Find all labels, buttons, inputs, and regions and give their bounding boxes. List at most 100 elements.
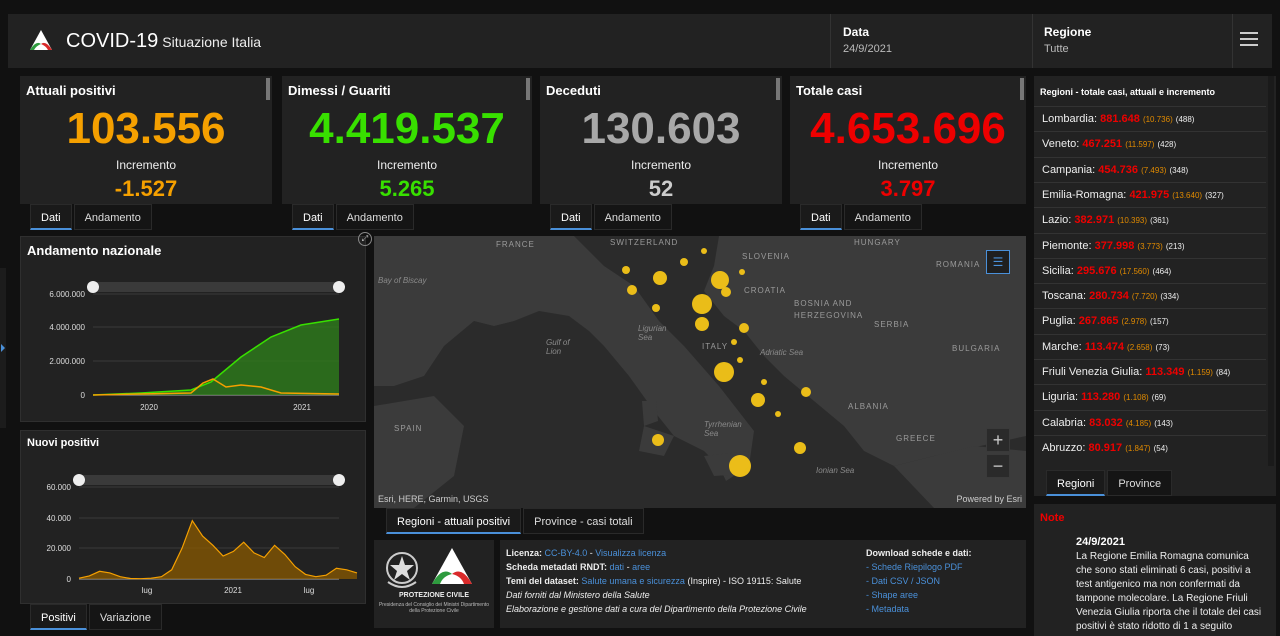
download-link[interactable]: - Shape aree [866, 590, 918, 600]
zoom-out-button[interactable]: − [986, 454, 1010, 478]
region-row[interactable]: Lombardia: 881.648 (10.736) (488) [1034, 106, 1266, 131]
region-total: 113.280 [1081, 391, 1121, 404]
menu-icon[interactable] [1240, 32, 1258, 46]
region-act: (1.108) [1123, 393, 1149, 403]
y-tick: 20.000 [47, 544, 72, 553]
series-area-guariti [93, 319, 339, 395]
tab-andamento[interactable]: Andamento [593, 204, 672, 230]
region-bubble [801, 387, 811, 397]
region-value[interactable]: Tutte [1044, 43, 1069, 55]
region-bubble [761, 379, 767, 385]
region-inc: (348) [1169, 165, 1189, 175]
stat-increment-label: Incremento [630, 158, 692, 172]
region-name: Puglia: [1042, 315, 1076, 328]
region-bubble [739, 323, 749, 333]
region-name: Toscana: [1042, 290, 1087, 303]
map-attribution: Esri, HERE, Garmin, USGS [378, 494, 489, 504]
x-tick: 2021 [293, 403, 311, 412]
region-row[interactable]: Sicilia: 295.676 (17.560) (464) [1034, 257, 1266, 283]
range-slider-handle[interactable] [333, 474, 345, 486]
range-slider-handle[interactable] [333, 281, 345, 293]
y-tick: 0 [81, 391, 86, 400]
region-row[interactable]: Lazio: 382.971 (10.393) (361) [1034, 207, 1266, 232]
tab-andamento[interactable]: Andamento [843, 204, 922, 230]
download-link[interactable]: - Dati CSV / JSON [866, 576, 940, 586]
tab-regioni-attuali[interactable]: Regioni - attuali positivi [386, 508, 522, 534]
tab-regioni[interactable]: Regioni [1046, 470, 1106, 496]
region-row[interactable]: Abruzzo: 80.917 (1.847) (54) [1034, 434, 1266, 460]
region-bubble [711, 271, 729, 289]
side-panel-handle[interactable] [0, 268, 6, 428]
tab-province[interactable]: Province [1107, 470, 1173, 496]
range-slider-track[interactable] [79, 475, 339, 485]
region-row[interactable]: Toscana: 280.734 (7.720) (334) [1034, 283, 1266, 308]
region-bubble [701, 248, 707, 254]
region-row[interactable]: Puglia: 267.865 (2.978) (157) [1034, 308, 1266, 333]
region-act: (10.736) [1142, 115, 1173, 124]
license-link[interactable]: CC-BY-4.0 [545, 548, 588, 558]
download-link[interactable]: - Metadata [866, 604, 909, 614]
y-tick: 6.000.000 [49, 290, 85, 299]
tab-positivi[interactable]: Positivi [30, 604, 87, 630]
tab-andamento[interactable]: Andamento [73, 204, 152, 230]
range-slider-handle[interactable] [73, 474, 85, 486]
region-row[interactable]: Piemonte: 377.998 (3.773) (213) [1034, 232, 1266, 258]
tab-dati[interactable]: Dati [550, 204, 592, 230]
tab-dati[interactable]: Dati [30, 204, 72, 230]
regions-panel: Regioni - totale casi, attuali e increme… [1034, 76, 1276, 496]
region-bubble [652, 434, 664, 446]
region-total: 881.648 [1100, 113, 1140, 125]
region-row[interactable]: Emilia-Romagna: 421.975 (13.640) (327) [1034, 181, 1266, 207]
range-slider-track[interactable] [93, 282, 339, 292]
stat-card-deceduti: Deceduti 130.603 Incremento 52 [540, 76, 782, 204]
region-row[interactable]: Veneto: 467.251 (11.597) (428) [1034, 131, 1266, 156]
tab-dati[interactable]: Dati [292, 204, 334, 230]
region-name: Piemonte: [1042, 239, 1092, 252]
zoom-in-button[interactable]: + [986, 428, 1010, 452]
scrollbar[interactable] [1020, 78, 1024, 100]
footer-logos: PROTEZIONE CIVILE Presidenza del Consigl… [374, 540, 494, 628]
tab-variazione[interactable]: Variazione [88, 604, 163, 630]
region-label: Regione [1044, 25, 1092, 39]
tab-andamento[interactable]: Andamento [335, 204, 414, 230]
region-act: (3.773) [1137, 241, 1163, 251]
metadata-aree-link[interactable]: aree [632, 562, 650, 572]
region-row[interactable]: Liguria: 113.280 (1.108) (69) [1034, 384, 1266, 409]
tab-dati[interactable]: Dati [800, 204, 842, 230]
map-view[interactable]: FRANCE SWITZERLAND SLOVENIA HUNGARY ROMA… [374, 236, 1026, 508]
region-inc: (54) [1153, 443, 1168, 453]
tab-province-totali[interactable]: Province - casi totali [523, 508, 644, 534]
scrollbar[interactable] [526, 78, 530, 100]
region-total: 377.998 [1094, 239, 1135, 252]
region-row[interactable]: Calabria: 83.032 (4.185) (143) [1034, 409, 1266, 435]
scrollbar[interactable] [266, 78, 270, 100]
download-link[interactable]: - Schede Riepilogo PDF [866, 562, 963, 572]
region-inc: (73) [1155, 342, 1170, 352]
region-inc: (157) [1149, 317, 1169, 327]
region-name: Campania: [1042, 163, 1096, 176]
x-tick: lug [304, 586, 315, 595]
region-act: (2.978) [1121, 317, 1147, 327]
region-bubble [751, 393, 765, 407]
date-label: Data [843, 25, 870, 39]
region-row[interactable]: Marche: 113.474 (2.658) (73) [1034, 333, 1266, 359]
region-act: (7.720) [1131, 292, 1158, 302]
region-bubble [680, 258, 688, 266]
range-slider-handle[interactable] [87, 281, 99, 293]
scrollbar[interactable] [1268, 76, 1274, 466]
metadata-dati-link[interactable]: dati [610, 562, 625, 572]
themes-link[interactable]: Salute umana e sicurezza [581, 576, 685, 586]
region-row[interactable]: Campania: 454.736 (7.493) (348) [1034, 156, 1266, 182]
region-row[interactable]: Friuli Venezia Giulia: 113.349 (1.159) (… [1034, 359, 1266, 384]
scrollbar[interactable] [776, 78, 780, 100]
expand-icon[interactable]: ⤢ [358, 232, 372, 246]
stat-value: 103.556 [66, 104, 226, 153]
legend-list-icon[interactable]: ☰ [986, 250, 1010, 274]
region-inc: (334) [1160, 292, 1180, 302]
region-total: 382.971 [1074, 214, 1115, 227]
map-powered-by[interactable]: Powered by Esri [956, 494, 1022, 504]
region-act: (11.597) [1125, 140, 1155, 150]
map-tabs: Regioni - attuali positivi Province - ca… [386, 508, 646, 534]
view-license-link[interactable]: Visualizza licenza [595, 548, 666, 558]
date-value[interactable]: 24/9/2021 [843, 43, 892, 55]
